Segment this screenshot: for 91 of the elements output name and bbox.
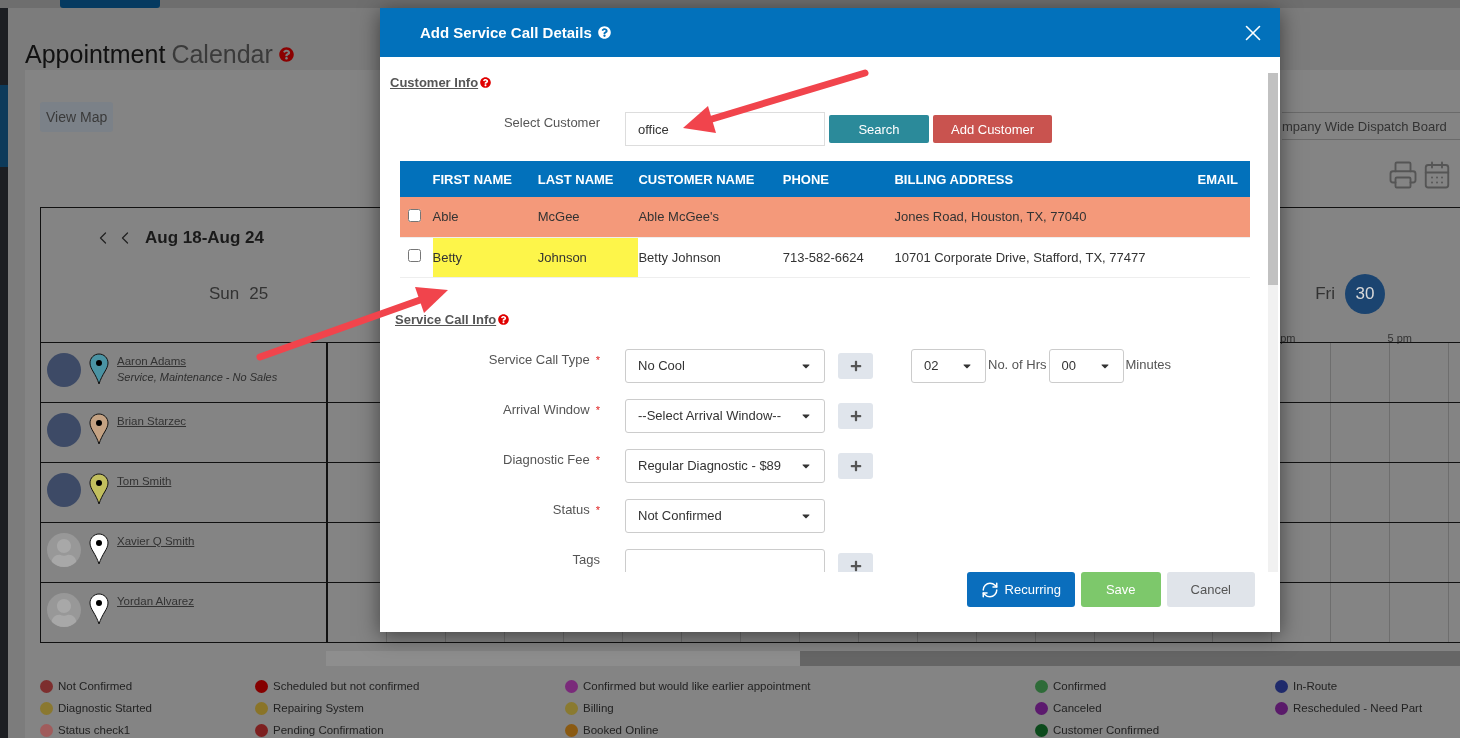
add-button[interactable] xyxy=(838,452,873,479)
scrollbar-thumb[interactable] xyxy=(1268,73,1278,285)
technician-name[interactable]: Yordan Alvarez xyxy=(117,595,194,607)
search-button[interactable]: Search xyxy=(829,115,929,143)
field-label: Minutes xyxy=(1125,355,1172,372)
field-label: Service Call Type xyxy=(488,351,590,367)
add-button[interactable] xyxy=(838,552,873,572)
time-label: pm xyxy=(1280,332,1296,344)
table-cell: Able McGee's xyxy=(638,197,783,237)
view-map-button[interactable]: View Map xyxy=(40,102,114,132)
board-select[interactable]: mpany Wide Dispatch Board xyxy=(1282,112,1460,140)
dropdown[interactable]: 00 xyxy=(1048,348,1124,383)
section-title: Service Call Info xyxy=(395,311,497,327)
dialog-title: Add Service Call Details xyxy=(420,24,592,41)
legend-label: Scheduled but not confirmed xyxy=(273,680,420,692)
legend-label: Not Confirmed xyxy=(58,680,133,692)
day-name: Fri xyxy=(1315,284,1335,304)
time-label: 5 pm xyxy=(1387,332,1412,344)
legend-label: Repairing System xyxy=(273,702,364,714)
field-label: No. of Hrs xyxy=(988,355,1047,372)
dropdown[interactable]: Not Confirmed xyxy=(625,498,825,533)
column-header: BILLING ADDRESS xyxy=(894,161,1187,197)
table-cell: Johnson xyxy=(537,237,639,277)
legend-label: Booked Online xyxy=(583,724,659,736)
field-label: Arrival Window xyxy=(503,401,590,417)
legend-label: Rescheduled - Need Part xyxy=(1293,702,1423,714)
recurring-button[interactable]: Recurring xyxy=(966,572,1075,607)
dropdown[interactable]: No Cool xyxy=(625,348,825,383)
column-header: PHONE xyxy=(782,161,895,197)
customer-search-field[interactable]: office xyxy=(625,112,825,146)
row-checkbox[interactable] xyxy=(408,208,421,222)
day-name: Sun xyxy=(209,284,240,304)
add-customer-button[interactable]: Add Customer xyxy=(933,115,1053,143)
technician-name[interactable]: Brian Starzec xyxy=(117,415,187,427)
technician-skills: Service, Maintenance - No Sales xyxy=(117,371,278,383)
required-mark: * xyxy=(595,403,600,416)
required-mark: * xyxy=(595,453,600,466)
table-cell: 10701 Corporate Drive, Stafford, TX, 77477 xyxy=(894,237,1187,277)
cancel-button[interactable]: Cancel xyxy=(1166,572,1255,607)
dropdown[interactable]: Regular Diagnostic - $89 xyxy=(625,448,825,483)
plus-icon xyxy=(849,459,862,472)
date-range: Aug 18-Aug 24 xyxy=(145,228,265,248)
table-cell: 713-582-6624 xyxy=(782,237,895,277)
help-icon[interactable] xyxy=(480,77,492,88)
legend-label: In-Route xyxy=(1293,680,1338,692)
row-checkbox[interactable] xyxy=(408,249,421,262)
column-header: FIRST NAME xyxy=(432,161,538,197)
legend-label: Confirmed xyxy=(1053,680,1107,692)
table-cell: Jones Road, Houston, TX, 77040 xyxy=(894,197,1187,237)
technician-name[interactable]: Tom Smith xyxy=(117,475,172,487)
field-label: Select Customer xyxy=(502,114,601,130)
legend-label: Diagnostic Started xyxy=(58,702,152,714)
field-label: Tags xyxy=(572,551,600,567)
table-cell: Betty xyxy=(432,237,538,277)
section-title: Customer Info xyxy=(390,75,479,90)
column-header: EMAIL xyxy=(1186,161,1250,197)
page-title: Appointment xyxy=(25,39,166,69)
page-subtitle: Calendar xyxy=(171,39,273,69)
input-field[interactable] xyxy=(625,548,825,572)
dropdown[interactable]: --Select Arrival Window-- xyxy=(625,398,825,433)
plus-icon xyxy=(849,409,862,422)
legend-label: Status check1 xyxy=(58,724,131,736)
customer-row[interactable]: Betty Johnson Betty Johnson 713-582-6624 10701 Corporate Drive, Stafford, TX, 77477 xyxy=(400,237,1250,277)
required-mark: * xyxy=(595,503,600,516)
day-date[interactable]: 25 xyxy=(249,274,269,314)
table-cell: McGee xyxy=(537,197,639,237)
field-label: Diagnostic Fee xyxy=(503,451,590,467)
add-button[interactable] xyxy=(838,352,873,379)
field-label: Status xyxy=(552,501,590,517)
legend-label: Canceled xyxy=(1053,702,1102,714)
legend-label: Billing xyxy=(583,702,614,714)
help-icon[interactable] xyxy=(597,26,611,39)
help-icon[interactable] xyxy=(278,46,294,62)
plus-icon xyxy=(849,559,862,572)
table-cell: Betty Johnson xyxy=(638,237,783,277)
table-cell: Able xyxy=(432,197,538,237)
help-icon[interactable] xyxy=(498,313,510,325)
column-header: CUSTOMER NAME xyxy=(638,161,783,197)
legend-label: Customer Confirmed xyxy=(1053,724,1160,736)
scrollbar-thumb[interactable] xyxy=(800,651,1460,666)
legend-label: Pending Confirmation xyxy=(273,724,384,736)
add-button[interactable] xyxy=(838,402,873,429)
legend-label: Confirmed but would like earlier appointment xyxy=(583,680,811,692)
plus-icon xyxy=(849,359,862,372)
day-date[interactable]: 30 xyxy=(1345,274,1385,314)
technician-name[interactable]: Xavier Q Smith xyxy=(117,535,195,547)
dropdown[interactable]: 02 xyxy=(911,348,986,383)
refresh-icon xyxy=(980,580,999,599)
required-mark: * xyxy=(595,353,600,366)
column-header: LAST NAME xyxy=(537,161,639,197)
technician-name[interactable]: Aaron Adams xyxy=(117,355,278,367)
